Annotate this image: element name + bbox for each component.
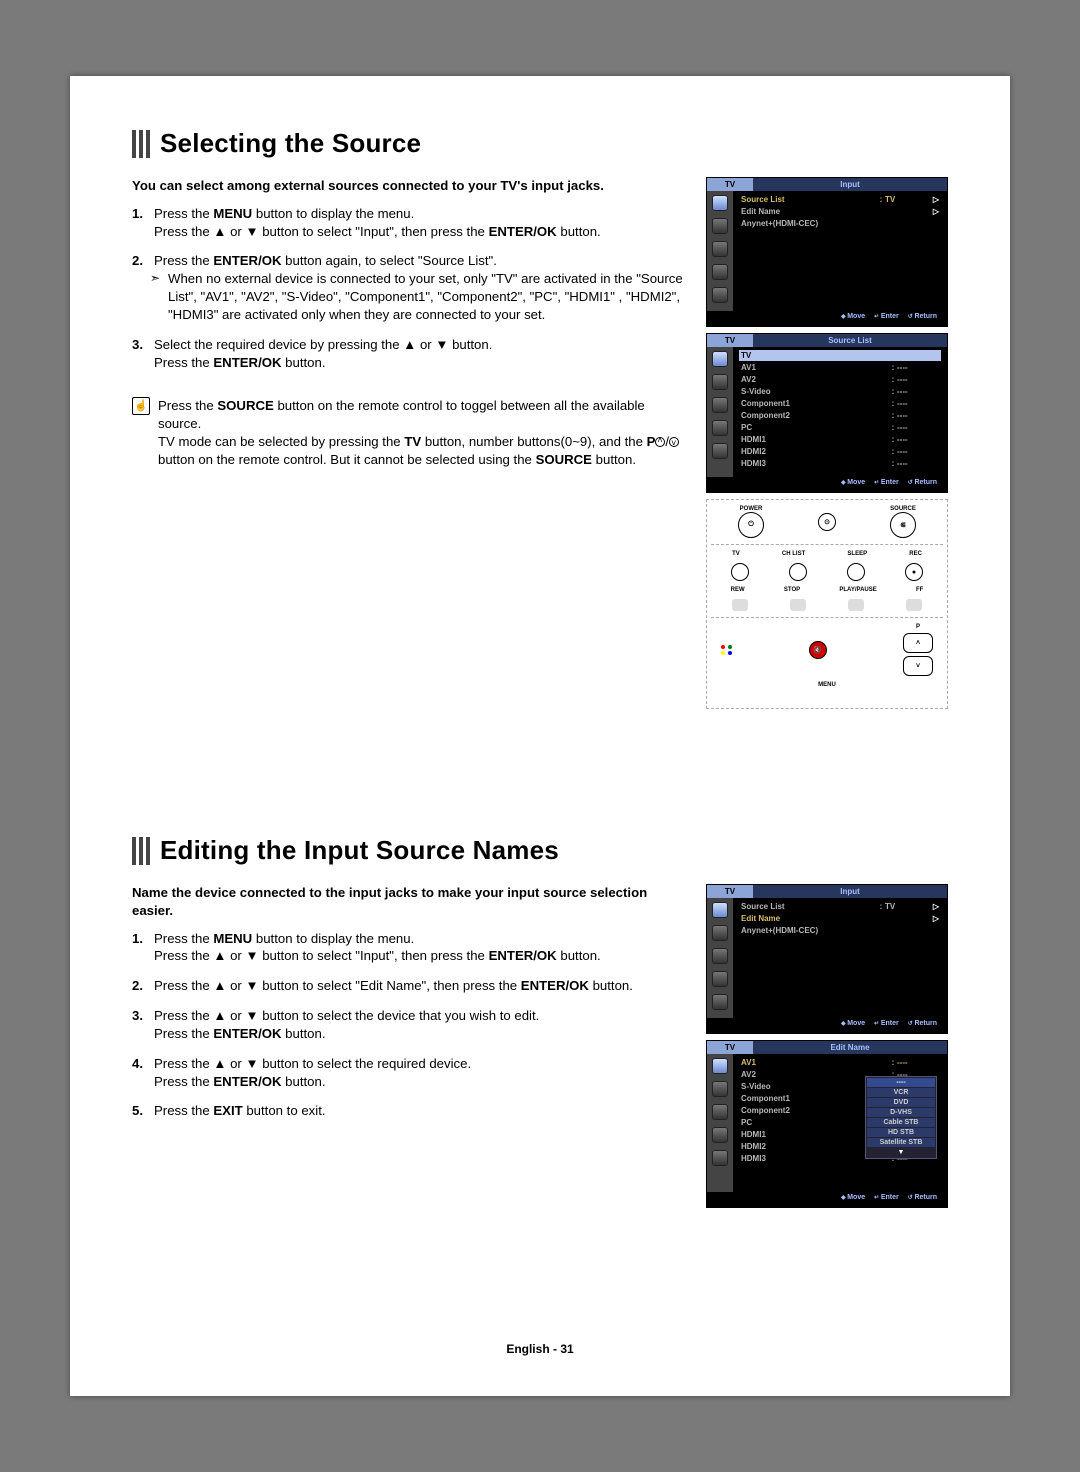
s2-step-4: 4. Press the ▲ or ▼ button to select the… (154, 1055, 686, 1091)
remote-mute-button: 🔇 (809, 641, 827, 659)
osd-icon (712, 1127, 728, 1143)
p-down-icon (669, 437, 679, 447)
osd-row-anynet: Anynet+(HDMI-CEC) (739, 218, 941, 229)
remote-p-up-button: ˄ (903, 633, 933, 653)
remote-rec-button: ● (905, 563, 923, 581)
remote-tv-button (731, 563, 749, 581)
osd-edit-row: AV1:---- (739, 1057, 941, 1068)
osd-source-row: AV2:---- (739, 374, 941, 385)
osd-input-menu-editname: TV Input Source List:TV▷ (706, 884, 948, 1034)
osd-hint-enter: Enter (874, 313, 899, 325)
osd-hint-move: Move (841, 313, 865, 325)
popup-item: DVD (867, 1098, 935, 1107)
edit-name-popup: ----VCRDVDD-VHSCable STBHD STBSatellite … (865, 1076, 937, 1159)
popup-item: VCR (867, 1088, 935, 1097)
step-3: 3. Select the required device by pressin… (154, 336, 686, 372)
osd-icon (712, 971, 728, 987)
step-2: 2. Press the ENTER/OK button again, to s… (154, 252, 686, 323)
remote-stop-button (790, 599, 806, 611)
remote-play-button (848, 599, 864, 611)
osd-icon (712, 287, 728, 303)
osd-source-row: Component1:---- (739, 398, 941, 409)
section1-heading: Selecting the Source (132, 128, 948, 159)
step-1: 1. Press the MENU button to display the … (154, 205, 686, 241)
s2-step-2: 2. Press the ▲ or ▼ button to select "Ed… (154, 977, 686, 995)
osd-source-row: HDMI3:---- (739, 458, 941, 469)
osd-source-row: PC:---- (739, 422, 941, 433)
osd-icon (712, 195, 728, 211)
section1-intro: You can select among external sources co… (132, 177, 686, 195)
popup-item: HD STB (867, 1128, 935, 1137)
osd-icon (712, 902, 728, 918)
remote-ff-button (906, 599, 922, 611)
osd-icon (712, 241, 728, 257)
popup-item: ---- (867, 1078, 935, 1087)
osd-source-row: TV (739, 350, 941, 361)
s2-step-1: 1. Press the MENU button to display the … (154, 930, 686, 966)
section1-title: Selecting the Source (160, 128, 421, 159)
osd-row-edit-name: Edit Name▷ (739, 206, 941, 217)
osd-source-row: HDMI1:---- (739, 434, 941, 445)
remote-button: ⊙ (818, 513, 836, 531)
osd-icon (712, 1058, 728, 1074)
page-footer: English - 31 (70, 1342, 1010, 1356)
osd-icon (712, 420, 728, 436)
remote-p-down-button: ˅ (903, 656, 933, 676)
remote-diagram: POWER ⏻ ⊙ SOURCE ⋐ TV CH LIST SLEEP REC (706, 499, 948, 709)
osd-source-row: Component2:---- (739, 410, 941, 421)
heading-bars-icon (132, 130, 150, 158)
osd-icon-sidebar (707, 191, 733, 311)
osd-icon (712, 925, 728, 941)
osd-source-list: TV Source List TVAV1:----AV2:----S-Video… (706, 333, 948, 493)
osd-source-row: HDMI2:---- (739, 446, 941, 457)
osd-row-source-list: Source List:TV▷ (739, 194, 941, 205)
p-up-icon (655, 437, 665, 447)
popup-item: D-VHS (867, 1108, 935, 1117)
s2-step-5: 5. Press the EXIT button to exit. (154, 1102, 686, 1120)
osd-icon (712, 351, 728, 367)
osd-icon (712, 994, 728, 1010)
remote-power-button: ⏻ (738, 512, 764, 538)
osd-icon (712, 1150, 728, 1166)
hand-note-icon: ☝ (132, 397, 150, 415)
osd-title-input: Input (753, 178, 947, 191)
popup-more-icon: ▼ (867, 1148, 935, 1157)
section2-title: Editing the Input Source Names (160, 835, 559, 866)
osd-icon (712, 397, 728, 413)
osd-icon (712, 218, 728, 234)
remote-sleep-button (847, 563, 865, 581)
popup-item: Satellite STB (867, 1138, 935, 1147)
heading-bars-icon (132, 837, 150, 865)
osd-icon (712, 1104, 728, 1120)
osd-icon (712, 443, 728, 459)
osd-source-row: S-Video:---- (739, 386, 941, 397)
osd-icon (712, 374, 728, 390)
remote-chlist-button (789, 563, 807, 581)
osd-input-menu: TV Input Source List:TV▷ Edit Name▷ An (706, 177, 948, 327)
section2-intro: Name the device connected to the input j… (132, 884, 686, 920)
osd-icon (712, 948, 728, 964)
osd-source-row: AV1:---- (739, 362, 941, 373)
section1-body: You can select among external sources co… (132, 177, 686, 715)
section2-heading: Editing the Input Source Names (132, 835, 948, 866)
step-2-note: When no external device is connected to … (154, 270, 686, 323)
popup-item: Cable STB (867, 1118, 935, 1127)
manual-page: Selecting the Source You can select amon… (70, 76, 1010, 1396)
s2-step-3: 3. Press the ▲ or ▼ button to select the… (154, 1007, 686, 1043)
osd-hint-return: Return (908, 313, 937, 325)
osd-tab-tv: TV (707, 178, 753, 191)
osd-icon (712, 1081, 728, 1097)
remote-source-button: ⋐ (890, 512, 916, 538)
osd-icon (712, 264, 728, 280)
osd-edit-name: TV Edit Name AV1:----AV2:----S-Video:- (706, 1040, 948, 1208)
remote-rew-button (732, 599, 748, 611)
section2-body: Name the device connected to the input j… (132, 884, 686, 1214)
remote-note: ☝ Press the SOURCE button on the remote … (132, 397, 686, 468)
